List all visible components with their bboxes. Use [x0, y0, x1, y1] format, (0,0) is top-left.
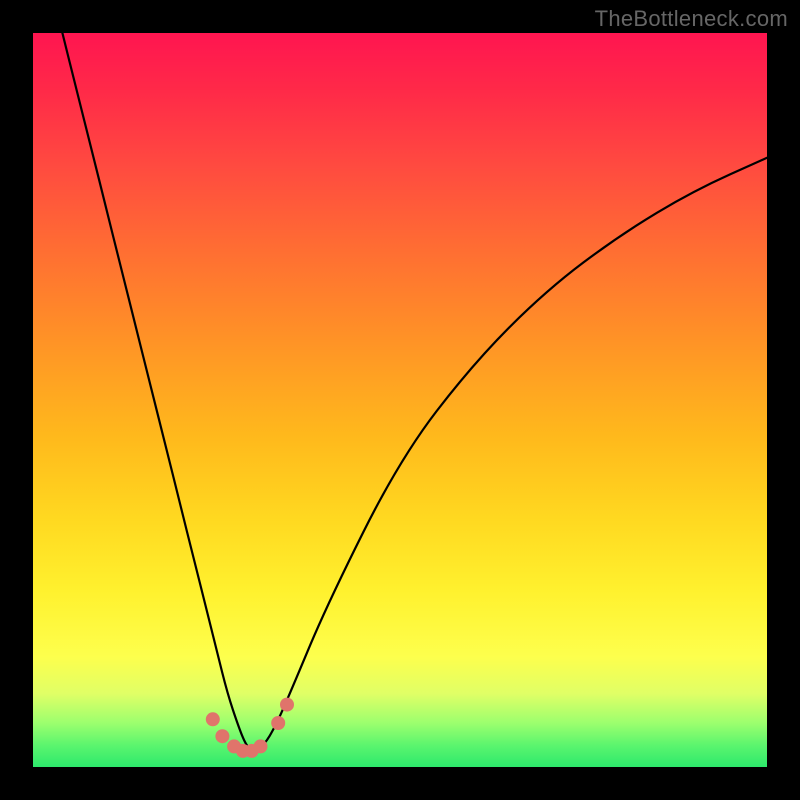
marker-group — [206, 698, 294, 758]
curve-marker — [280, 698, 294, 712]
chart-frame: TheBottleneck.com — [0, 0, 800, 800]
watermark-text: TheBottleneck.com — [595, 6, 788, 32]
curve-marker — [254, 739, 268, 753]
curve-marker — [215, 729, 229, 743]
bottleneck-curve — [62, 33, 767, 751]
curve-marker — [206, 712, 220, 726]
plot-area — [33, 33, 767, 767]
chart-svg — [33, 33, 767, 767]
curve-marker — [271, 716, 285, 730]
